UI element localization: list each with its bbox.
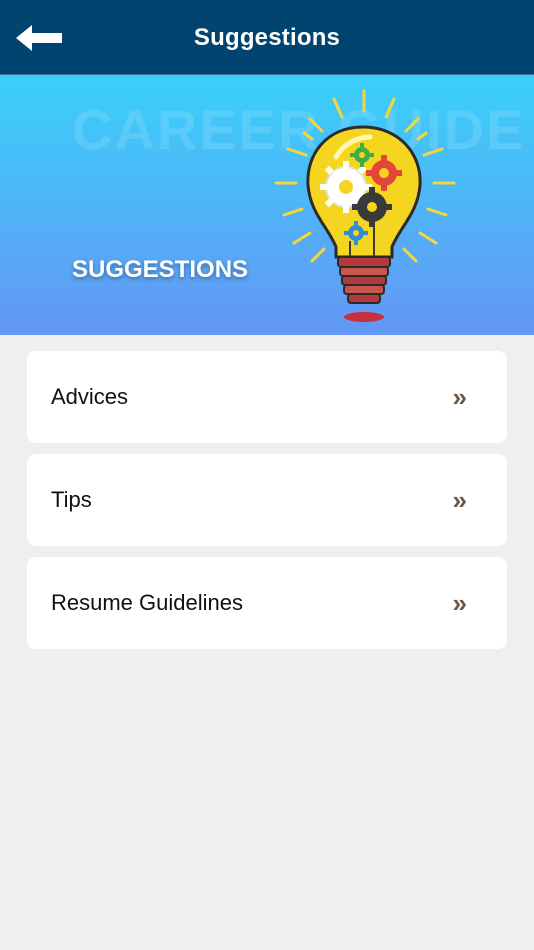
page-title: Suggestions xyxy=(193,24,341,51)
list-item-advices[interactable]: Advices » xyxy=(27,351,507,443)
chevron-right-icon: » xyxy=(452,484,467,515)
list-item-label: Advices xyxy=(51,384,129,409)
banner-title: SUGGESTIONS xyxy=(72,256,249,283)
suggestions-list: Advices » Tips » Resume Guidelines » xyxy=(27,351,507,660)
chevron-right-icon: » xyxy=(452,587,467,618)
nav-bar: Suggestions xyxy=(0,0,534,75)
header-banner: CAREER GUIDE SUGGESTIONS xyxy=(0,75,534,335)
list-item-tips[interactable]: Tips » xyxy=(27,454,507,546)
chevron-right-icon: » xyxy=(452,381,467,412)
list-item-label: Tips xyxy=(51,487,92,512)
list-item-label: Resume Guidelines xyxy=(51,590,243,615)
list-item-resume-guidelines[interactable]: Resume Guidelines » xyxy=(27,557,507,649)
lightbulb-gears-icon xyxy=(274,89,456,322)
